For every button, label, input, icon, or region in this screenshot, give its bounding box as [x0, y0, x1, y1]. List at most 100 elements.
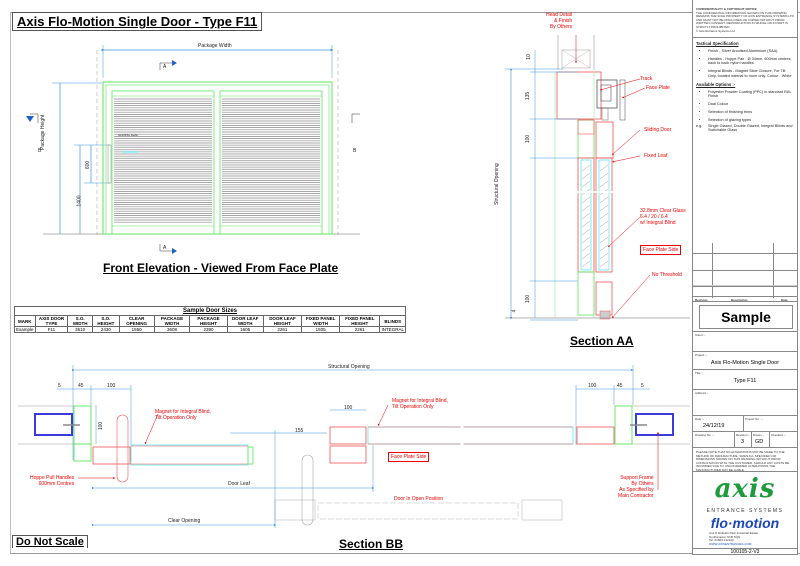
- list-item: Handles - Hoppe Pair - Ø 34mm, 600mm cen…: [708, 57, 794, 67]
- glass-hatch: [581, 244, 591, 252]
- clear-opening-label: Clear Opening: [168, 518, 201, 524]
- hoppe-handles-note: Hoppe Pull Handles 600mm Centres: [30, 475, 75, 487]
- glass-hatch: [599, 172, 609, 180]
- table-header-cell: FIXED PANEL WIDTH: [301, 315, 341, 327]
- glass-hatch: [581, 204, 591, 212]
- section-marker-b-label: B: [38, 148, 42, 154]
- glass-hatch: [599, 228, 609, 236]
- glass-hatch: [599, 236, 609, 244]
- table-header-cell: DOOR LEAF WIDTH: [226, 315, 264, 327]
- confidentiality-text: THE CONFIDENTIAL INFORMATION SHOWN ON TH…: [696, 10, 794, 29]
- eg-prefix: e.g.: [696, 123, 703, 128]
- face-plate-side-tag: Face Plate Side: [388, 452, 430, 462]
- address-field: Address :-: [693, 390, 797, 416]
- dimension-100: 100: [525, 294, 532, 304]
- do-not-scale-label: Do Not Scale: [12, 535, 88, 548]
- company-address: Unit 8 Sixfields Park Industrial Estate …: [709, 531, 795, 547]
- project-value: Axis Flo-Motion Single Door: [710, 360, 780, 366]
- drawing-title: Axis Flo-Motion Single Door - Type F11: [12, 12, 263, 31]
- section-marker-b-label: B: [353, 148, 357, 154]
- status-badge: Sample: [699, 305, 793, 329]
- glass-hatch: [581, 228, 591, 236]
- title-label: Title :-: [695, 371, 704, 375]
- table-cell: 2261: [339, 326, 381, 333]
- tactical-spec-list: Finish - Silver Anodised Aluminium (SAA)…: [696, 49, 794, 79]
- dimension-100-right: 100: [588, 383, 597, 389]
- dimension-135: 135: [525, 91, 532, 101]
- title-field: Title :- Type F11: [693, 370, 797, 390]
- drawing-canvas: [18, 35, 690, 528]
- dimension-100-vertical: 100: [98, 421, 105, 431]
- table-row: Example F11 3610 2430 1550 3608 2390 1605 2261 15…: [14, 326, 406, 333]
- options-list: Polyester Powder Coating (PPC) in standa…: [696, 90, 794, 123]
- section-marker-a-label: A: [163, 245, 167, 251]
- date-label: Date :-: [695, 417, 705, 421]
- front-elevation-title: Front Elevation - Viewed From Face Plate: [103, 261, 339, 275]
- table-header-cell: FIXED PANEL HEIGHT: [339, 315, 381, 327]
- address-label: Address :-: [695, 391, 709, 395]
- section-bb-title: Section BB: [339, 537, 404, 551]
- fixed-leaf: [367, 426, 574, 445]
- drawing-no-label: Drawing No. :-: [695, 433, 715, 437]
- revision-label: Revision :-: [736, 433, 751, 437]
- face-plate-profile: [619, 79, 626, 121]
- list-item: Dual Colour: [708, 102, 794, 107]
- magnet-note-right: Magnet for Integral Blind, Tilt Operatio…: [392, 398, 448, 410]
- section-bb-drawing: [18, 365, 690, 528]
- date-row: Date :- 24/12/19 Project No. :-: [693, 416, 797, 432]
- axis-logo: axis: [714, 474, 776, 504]
- section-marker-a-label: A: [163, 64, 167, 70]
- dimension-5-right: 5: [641, 383, 644, 389]
- list-item: Selection of finishing trims: [708, 110, 794, 115]
- alteration-note: PLEASE NOTE THAT NO ALTERATIONS MAY BE M…: [693, 448, 797, 472]
- package-width-label: Package Width: [198, 43, 232, 49]
- table-header-row: MARK AXIS DOOR TYPE S.O. WIDTH S.O. HEIGHT C…: [14, 315, 406, 327]
- table-header-cell: S.O. HEIGHT: [91, 315, 120, 327]
- tactical-spec-heading: Tactical Specification: [696, 41, 739, 46]
- glass-hatch: [581, 260, 591, 268]
- door-open-position-note: Door In Open Position: [394, 496, 444, 502]
- drawn-value: GD: [755, 439, 764, 445]
- table-header-cell: CLEAR OPENING: [118, 315, 155, 327]
- confidentiality-notice: CONFIDENTIALITY & COPYRIGHT NOTICE THE C…: [693, 0, 797, 38]
- dimension-100: 100: [525, 134, 532, 144]
- dimension-1400: 1400: [76, 195, 83, 207]
- section-aa-title: Section AA: [570, 334, 634, 348]
- head-detail-note: Head Detail & Finish By Others: [546, 12, 573, 30]
- structural-opening-label: Structural Opening: [328, 364, 370, 370]
- section-marker-b-right: [351, 113, 360, 123]
- specification-section: Tactical Specification Finish - Silver A…: [696, 41, 794, 134]
- dimension-4: 4: [511, 309, 518, 313]
- glass-hatch: [581, 172, 591, 180]
- section-marker-b-left: [26, 113, 39, 123]
- eg-text: Single Glazed, Double Glazed, Integral B…: [708, 123, 793, 133]
- list-item: Finish - Silver Anodised Aluminium (SAA): [708, 49, 794, 54]
- glass-hatch: [599, 204, 609, 212]
- list-item: Selection of glazing types: [708, 118, 794, 123]
- glass-hatch: [599, 252, 609, 260]
- support-frame-note: Support Frame By Others As Specified by …: [618, 475, 654, 499]
- table-header-cell: PACKAGE HEIGHT: [189, 315, 228, 327]
- sliding-leaf-label: SLIDING LEAF: [118, 133, 139, 137]
- face-plate-side-tag: Face Plate Side: [640, 245, 682, 255]
- revision-grid: [693, 243, 797, 298]
- sliding-door-label: Sliding Door: [644, 127, 672, 133]
- project-no-label: Project No. :-: [745, 417, 763, 421]
- table-cell: 1550: [118, 326, 155, 333]
- status-section: Sample: [693, 302, 797, 332]
- website-link[interactable]: WWW.AXISENTRANCES.COM: [709, 542, 795, 547]
- dimension-600: 600: [85, 160, 92, 170]
- table-cell: 1605: [226, 326, 264, 333]
- dimension-5-left: 5: [58, 383, 61, 389]
- glass-hatch: [581, 236, 591, 244]
- fixed-leaf-label: Fixed Leaf: [644, 153, 668, 159]
- table-cell: 1505: [301, 326, 341, 333]
- dimension-45-left: 45: [78, 383, 84, 389]
- magnet-note-left: Magnet for Integral Blind, Tilt Operatio…: [155, 409, 211, 421]
- sliding-door-leaf: [130, 444, 249, 466]
- glass-hatch: [599, 212, 609, 220]
- glass-hatch: [581, 164, 591, 172]
- options-example: e.g. Single Glazed, Double Glazed, Integ…: [696, 124, 794, 134]
- pull-handle: [107, 144, 112, 184]
- client-field: Client :-: [693, 332, 797, 352]
